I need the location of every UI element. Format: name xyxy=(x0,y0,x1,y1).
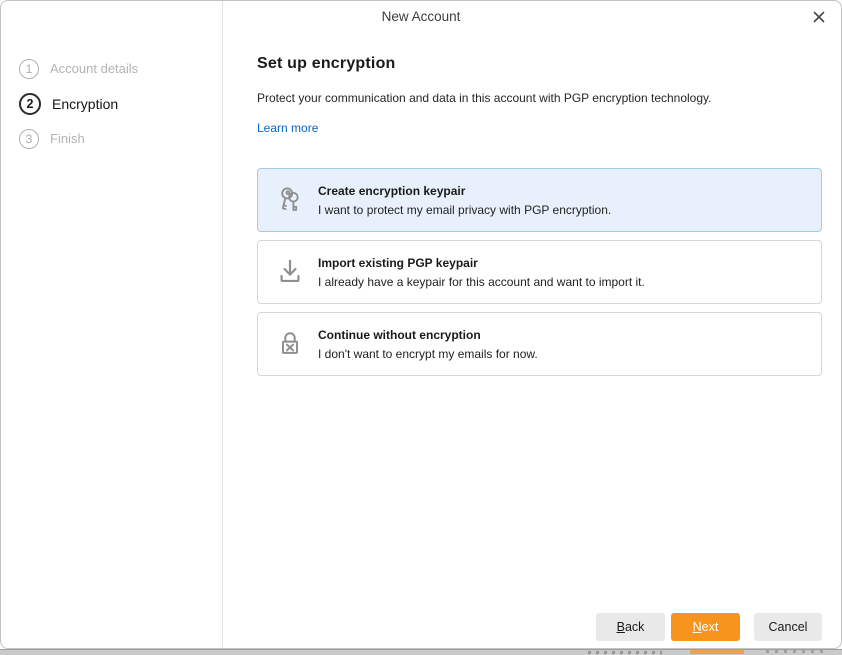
option-description: I want to protect my email privacy with … xyxy=(318,203,611,217)
option-texts: Create encryption keypair I want to prot… xyxy=(318,184,611,217)
step-account-details[interactable]: 1 Account details xyxy=(1,51,222,86)
page-title: Set up encryption xyxy=(257,55,819,73)
page-description: Protect your communication and data in t… xyxy=(257,91,819,105)
next-button[interactable]: Next xyxy=(671,613,740,641)
option-create-keypair[interactable]: Create encryption keypair I want to prot… xyxy=(257,168,822,232)
learn-more-link[interactable]: Learn more xyxy=(257,121,318,135)
step-encryption[interactable]: 2 Encryption xyxy=(1,86,222,121)
option-no-encryption[interactable]: Continue without encryption I don't want… xyxy=(257,312,822,376)
option-import-keypair[interactable]: Import existing PGP keypair I already ha… xyxy=(257,240,822,304)
import-download-icon xyxy=(274,257,306,287)
background-button-fragment xyxy=(766,650,828,653)
option-texts: Continue without encryption I don't want… xyxy=(318,328,538,361)
close-button[interactable] xyxy=(810,8,828,26)
new-account-dialog: New Account 1 Account details 2 Encrypti… xyxy=(0,0,842,649)
cancel-button[interactable]: Cancel xyxy=(754,613,822,641)
lock-x-icon xyxy=(274,329,306,359)
option-description: I already have a keypair for this accoun… xyxy=(318,275,645,289)
wizard-steps-sidebar: 1 Account details 2 Encryption 3 Finish xyxy=(1,1,223,648)
encryption-options-list: Create encryption keypair I want to prot… xyxy=(257,168,819,376)
close-icon xyxy=(813,11,825,23)
option-texts: Import existing PGP keypair I already ha… xyxy=(318,256,645,289)
dialog-footer: Back Next Cancel xyxy=(596,613,822,641)
dialog-titlebar: New Account xyxy=(1,1,841,31)
step-number-badge: 2 xyxy=(19,93,41,115)
step-label: Account details xyxy=(50,61,138,76)
option-title: Import existing PGP keypair xyxy=(318,256,645,270)
screen: New Account 1 Account details 2 Encrypti… xyxy=(0,0,842,655)
option-title: Continue without encryption xyxy=(318,328,538,342)
back-button[interactable]: Back xyxy=(596,613,665,641)
step-label: Encryption xyxy=(52,96,118,112)
background-button-fragment xyxy=(588,651,662,654)
main-content: Set up encryption Protect your communica… xyxy=(223,31,841,648)
option-description: I don't want to encrypt my emails for no… xyxy=(318,347,538,361)
step-number-badge: 3 xyxy=(19,129,39,149)
step-number-badge: 1 xyxy=(19,59,39,79)
keys-icon xyxy=(274,185,306,215)
step-finish[interactable]: 3 Finish xyxy=(1,121,222,156)
dialog-title: New Account xyxy=(1,9,841,24)
step-label: Finish xyxy=(50,131,85,146)
background-next-button-fragment xyxy=(690,650,744,654)
option-title: Create encryption keypair xyxy=(318,184,611,198)
